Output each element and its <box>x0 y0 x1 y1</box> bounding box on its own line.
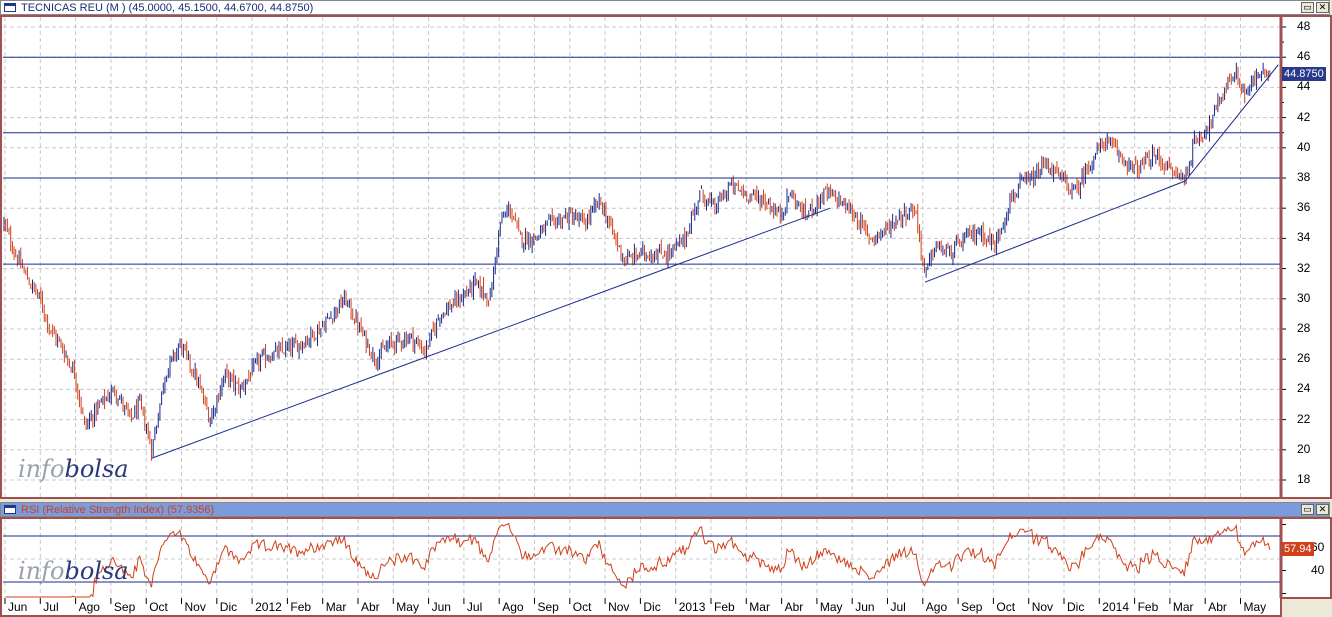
watermark-logo: infobolsa <box>18 557 129 585</box>
month-label: Nov <box>184 600 206 614</box>
y-tick-label: 26 <box>1297 351 1311 366</box>
month-label: Ago <box>925 600 948 614</box>
month-label: May <box>396 600 419 614</box>
y-tick-label: 18 <box>1297 472 1311 486</box>
month-label: Sep <box>537 600 559 614</box>
y-tick-label: 22 <box>1297 411 1311 426</box>
trendline <box>924 180 1186 283</box>
month-label: Feb <box>290 600 312 614</box>
month-label: Jun <box>8 600 28 614</box>
month-label: Oct <box>149 600 168 614</box>
y-tick-label: 38 <box>1297 170 1311 184</box>
y-tick-label: 34 <box>1297 230 1311 245</box>
y-tick-label: 48 <box>1297 19 1311 33</box>
y-tick-label: 32 <box>1297 260 1311 275</box>
y-tick-label: 28 <box>1297 321 1311 335</box>
month-label: Abr <box>784 600 804 614</box>
month-label: Jun <box>855 600 875 614</box>
month-label: Abr <box>361 600 380 614</box>
month-label: 2014 <box>1102 600 1129 614</box>
month-label: Abr <box>1208 600 1227 614</box>
y-tick-label: 30 <box>1297 290 1311 305</box>
y-tick-label: 42 <box>1297 109 1311 124</box>
y-tick-label: 46 <box>1297 49 1311 64</box>
month-label: Dic <box>1067 600 1085 614</box>
chart-canvas <box>3 16 1286 604</box>
month-label: Dic <box>643 600 661 614</box>
trendline <box>151 207 831 459</box>
rsi-line <box>5 522 1271 598</box>
month-label: Feb <box>714 600 735 614</box>
month-label: Jul <box>890 600 906 614</box>
month-label: Nov <box>608 600 630 614</box>
month-label: Jun <box>431 600 451 614</box>
month-label: 2012 <box>255 600 282 614</box>
y-tick-label: 20 <box>1297 441 1311 456</box>
month-label: Oct <box>996 600 1016 614</box>
month-label: Oct <box>572 600 592 614</box>
month-label: Ago <box>78 600 100 614</box>
y-tick-label: 40 <box>1297 139 1311 154</box>
month-label: May <box>1243 600 1267 614</box>
y-tick-label: 24 <box>1297 381 1311 396</box>
month-label: Nov <box>1031 600 1054 614</box>
y-tick-label: 36 <box>1297 200 1311 215</box>
month-label: Jul <box>466 600 483 614</box>
month-label: Sep <box>961 600 983 614</box>
month-label: Feb <box>1137 600 1159 614</box>
month-label: Jul <box>43 600 59 614</box>
rsi-tick-label: 40 <box>1311 562 1325 577</box>
month-label: May <box>819 600 843 614</box>
month-label: Ago <box>502 600 524 614</box>
month-label: Mar <box>1172 600 1194 614</box>
month-label: Sep <box>113 600 136 614</box>
month-label: 2013 <box>678 600 706 614</box>
y-tick-label: 44 <box>1297 79 1311 94</box>
month-label: Mar <box>325 600 347 614</box>
last-rsi-tag: 57.94 <box>1282 542 1314 556</box>
watermark-logo: infobolsa <box>18 455 129 483</box>
month-label: Mar <box>749 600 770 614</box>
month-label: Dic <box>219 600 238 614</box>
last-price-tag: 44.8750 <box>1282 67 1326 81</box>
